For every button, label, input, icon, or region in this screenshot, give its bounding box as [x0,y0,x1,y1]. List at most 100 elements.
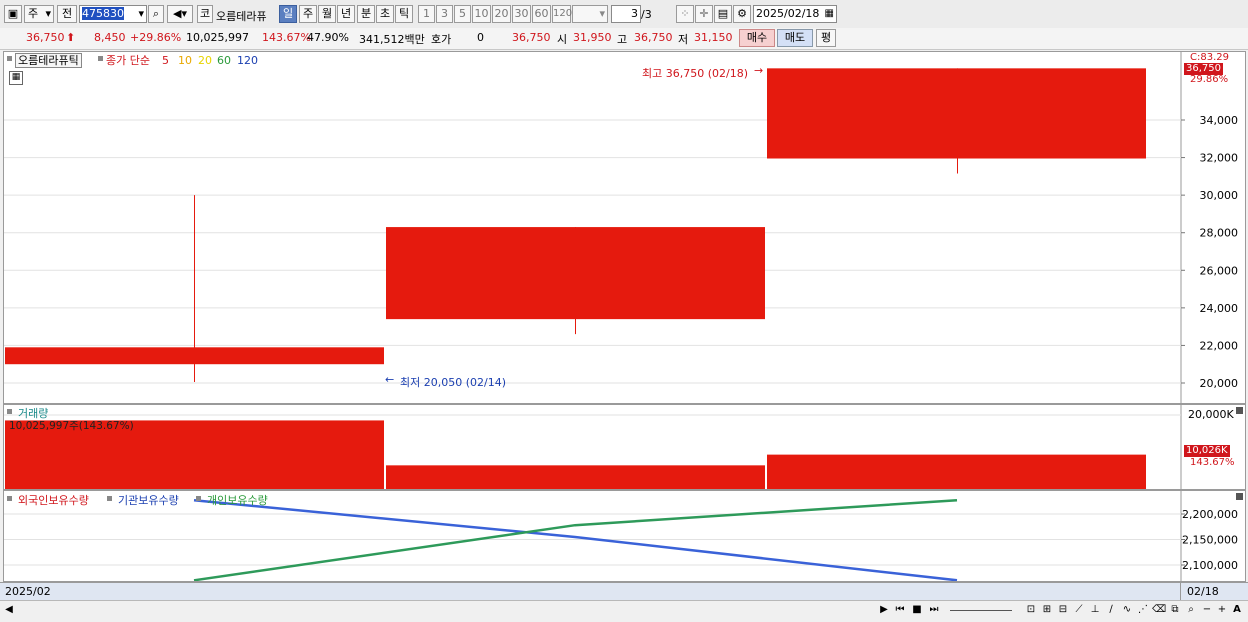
interval-60[interactable]: 60 [532,5,551,23]
stock-code-input[interactable]: 475830 ▾ [79,5,147,23]
ma-120-label: 120 [237,54,258,67]
holdings-line [193,498,958,581]
price-2: 36,750 [512,31,551,44]
buy-button[interactable]: 매수 [739,29,775,47]
up-arrow-icon: ⬆ [66,31,76,44]
grid-table-icon[interactable]: ▦ [9,71,23,85]
interval-select[interactable]: ▾ [572,5,608,23]
interval-120[interactable]: 120 [552,5,572,23]
y-tick-label: 34,000 [1200,114,1239,127]
panel-close-icon[interactable] [1236,493,1243,500]
low-value: 31,150 [694,31,733,44]
legend-bullet [98,56,103,61]
y-tick-label: 28,000 [1200,227,1239,240]
zoom-in-icon[interactable]: + [1215,603,1229,617]
gear-icon[interactable]: ⚙ [733,5,751,23]
ma-5-label: 5 [162,54,169,67]
magnify-icon[interactable]: ⌕ [1184,603,1198,617]
chart-tool-icon[interactable]: ⁘ [676,5,694,23]
crosshair-icon[interactable]: ✛ [695,5,713,23]
arrow-left-icon: ← [385,373,395,386]
period-minute[interactable]: 분 [357,5,375,23]
interval-3[interactable]: 3 [436,5,453,23]
eraser-icon[interactable]: ⌫ [1152,603,1166,617]
current-price: 36,750 [26,31,65,44]
interval-30[interactable]: 30 [512,5,531,23]
wave-tool-icon[interactable]: ∿ [1120,603,1134,617]
date-value: 2025/02/18 [756,7,820,20]
volume-current-pct: 143.67% [1190,457,1235,468]
interval-5[interactable]: 5 [454,5,471,23]
period-second[interactable]: 초 [376,5,394,23]
date-input[interactable]: 2025/02/18 ▦ [753,5,837,23]
last-page-icon[interactable]: ⏭ [927,603,941,617]
divider [1180,583,1181,601]
save-icon[interactable]: ▤ [714,5,732,23]
legend-bullet [196,496,201,501]
ruler-icon[interactable]: ⊥ [1088,603,1102,617]
foreign-holdings-legend[interactable]: 외국인보유수량 [18,492,89,508]
toolbar: ▣ 주 ▾ 전 475830 ▾ ⌕ ◀▾ 코 오름테라퓨 일 주 월 년 분 초 … [0,0,1248,29]
period-week[interactable]: 주 [299,5,317,23]
copy-icon[interactable]: ⧉ [1168,603,1182,617]
stop-icon[interactable]: ■ [910,603,924,617]
text-tool-icon[interactable]: A [1230,603,1244,617]
first-page-icon[interactable]: ⏮ [893,603,907,617]
market-type-button[interactable]: 전 [57,5,77,23]
stock-name-tab[interactable]: 오름테라퓨틱 [15,53,82,68]
search-icon[interactable]: ⌕ [148,5,164,23]
view-mode-icon[interactable]: ⊞ [1040,603,1054,617]
volume-ratio: 143.67% [262,31,311,44]
sell-button[interactable]: 매도 [777,29,813,47]
interval-1[interactable]: 1 [418,5,435,23]
y-tick-label: 2,200,000 [1182,508,1238,521]
trend-line-icon[interactable]: ⟋ [1072,603,1086,617]
period-type-select[interactable]: 주 ▾ [24,5,54,23]
market-button[interactable]: 코 [197,5,213,23]
period-month[interactable]: 월 [318,5,336,23]
stock-code-value: 475830 [82,7,124,20]
high-label: 고 [617,33,628,46]
speaker-icon[interactable]: ◀▾ [167,5,193,23]
period-year[interactable]: 년 [337,5,355,23]
period-type-value: 주 [28,7,39,20]
candle-body [5,347,384,365]
candle-body [767,68,1146,159]
fib-tool-icon[interactable]: ⋰ [1136,603,1150,617]
eval-button[interactable]: 평 [816,29,836,47]
low-annotation: 최저 20,050 (02/14) [400,376,507,389]
scroll-bar[interactable]: ◀ ▶ ⏮ ■ ⏭ ⊡ ⊞ ⊟ ⟋ ⊥ ∕ ∿ ⋰ ⌫ ⧉ ⌕ − + A [0,600,1248,622]
interval-20[interactable]: 20 [492,5,511,23]
institution-holdings-legend[interactable]: 기관보유수량 [118,492,179,508]
ma-20-label: 20 [198,54,212,67]
period-day[interactable]: 일 [279,5,297,23]
volume-value-label: 10,025,997주(143.67%) [9,420,134,432]
compare-icon[interactable]: ⊟ [1056,603,1070,617]
period-tick[interactable]: 틱 [395,5,413,23]
interval-10[interactable]: 10 [472,5,491,23]
scroll-right-icon[interactable]: ▶ [877,603,891,617]
price-panel: 34,000 32,000 30,000 28,000 26,000 24,000 22,0… [3,51,1246,404]
price-chart[interactable]: 34,000 32,000 30,000 28,000 26,000 24,000 22,0… [4,52,1245,403]
individual-holdings-legend[interactable]: 개인보유수량 [207,492,268,508]
stock-name: 오름테라퓨 [216,10,267,23]
holdings-chart[interactable]: 2,200,000 2,150,000 2,100,000 [4,491,1245,581]
date-axis-bar: 2025/02 02/18 [0,582,1248,601]
zoom-out-icon[interactable]: − [1200,603,1214,617]
legend-bullet [107,496,112,501]
view-mode-icon[interactable]: ⊡ [1024,603,1038,617]
zoom-slider[interactable] [950,610,1012,611]
volume-current-tag: 10,026K [1184,445,1230,457]
y-tick-label: 2,150,000 [1182,534,1238,547]
chevron-down-icon: ▾ [599,7,605,20]
candle-body [386,227,765,320]
page-input[interactable]: 3 [611,5,641,23]
line-tool-icon[interactable]: ∕ [1104,603,1118,617]
ma-legend-title[interactable]: 종가 단순 [106,53,150,68]
volume-chart[interactable] [4,405,1245,489]
window-icon[interactable]: ▣ [4,5,22,23]
volume: 10,025,997 [186,31,249,44]
panel-close-icon[interactable] [1236,407,1243,414]
scroll-left-icon[interactable]: ◀ [2,603,16,617]
ma-60-label: 60 [217,54,231,67]
